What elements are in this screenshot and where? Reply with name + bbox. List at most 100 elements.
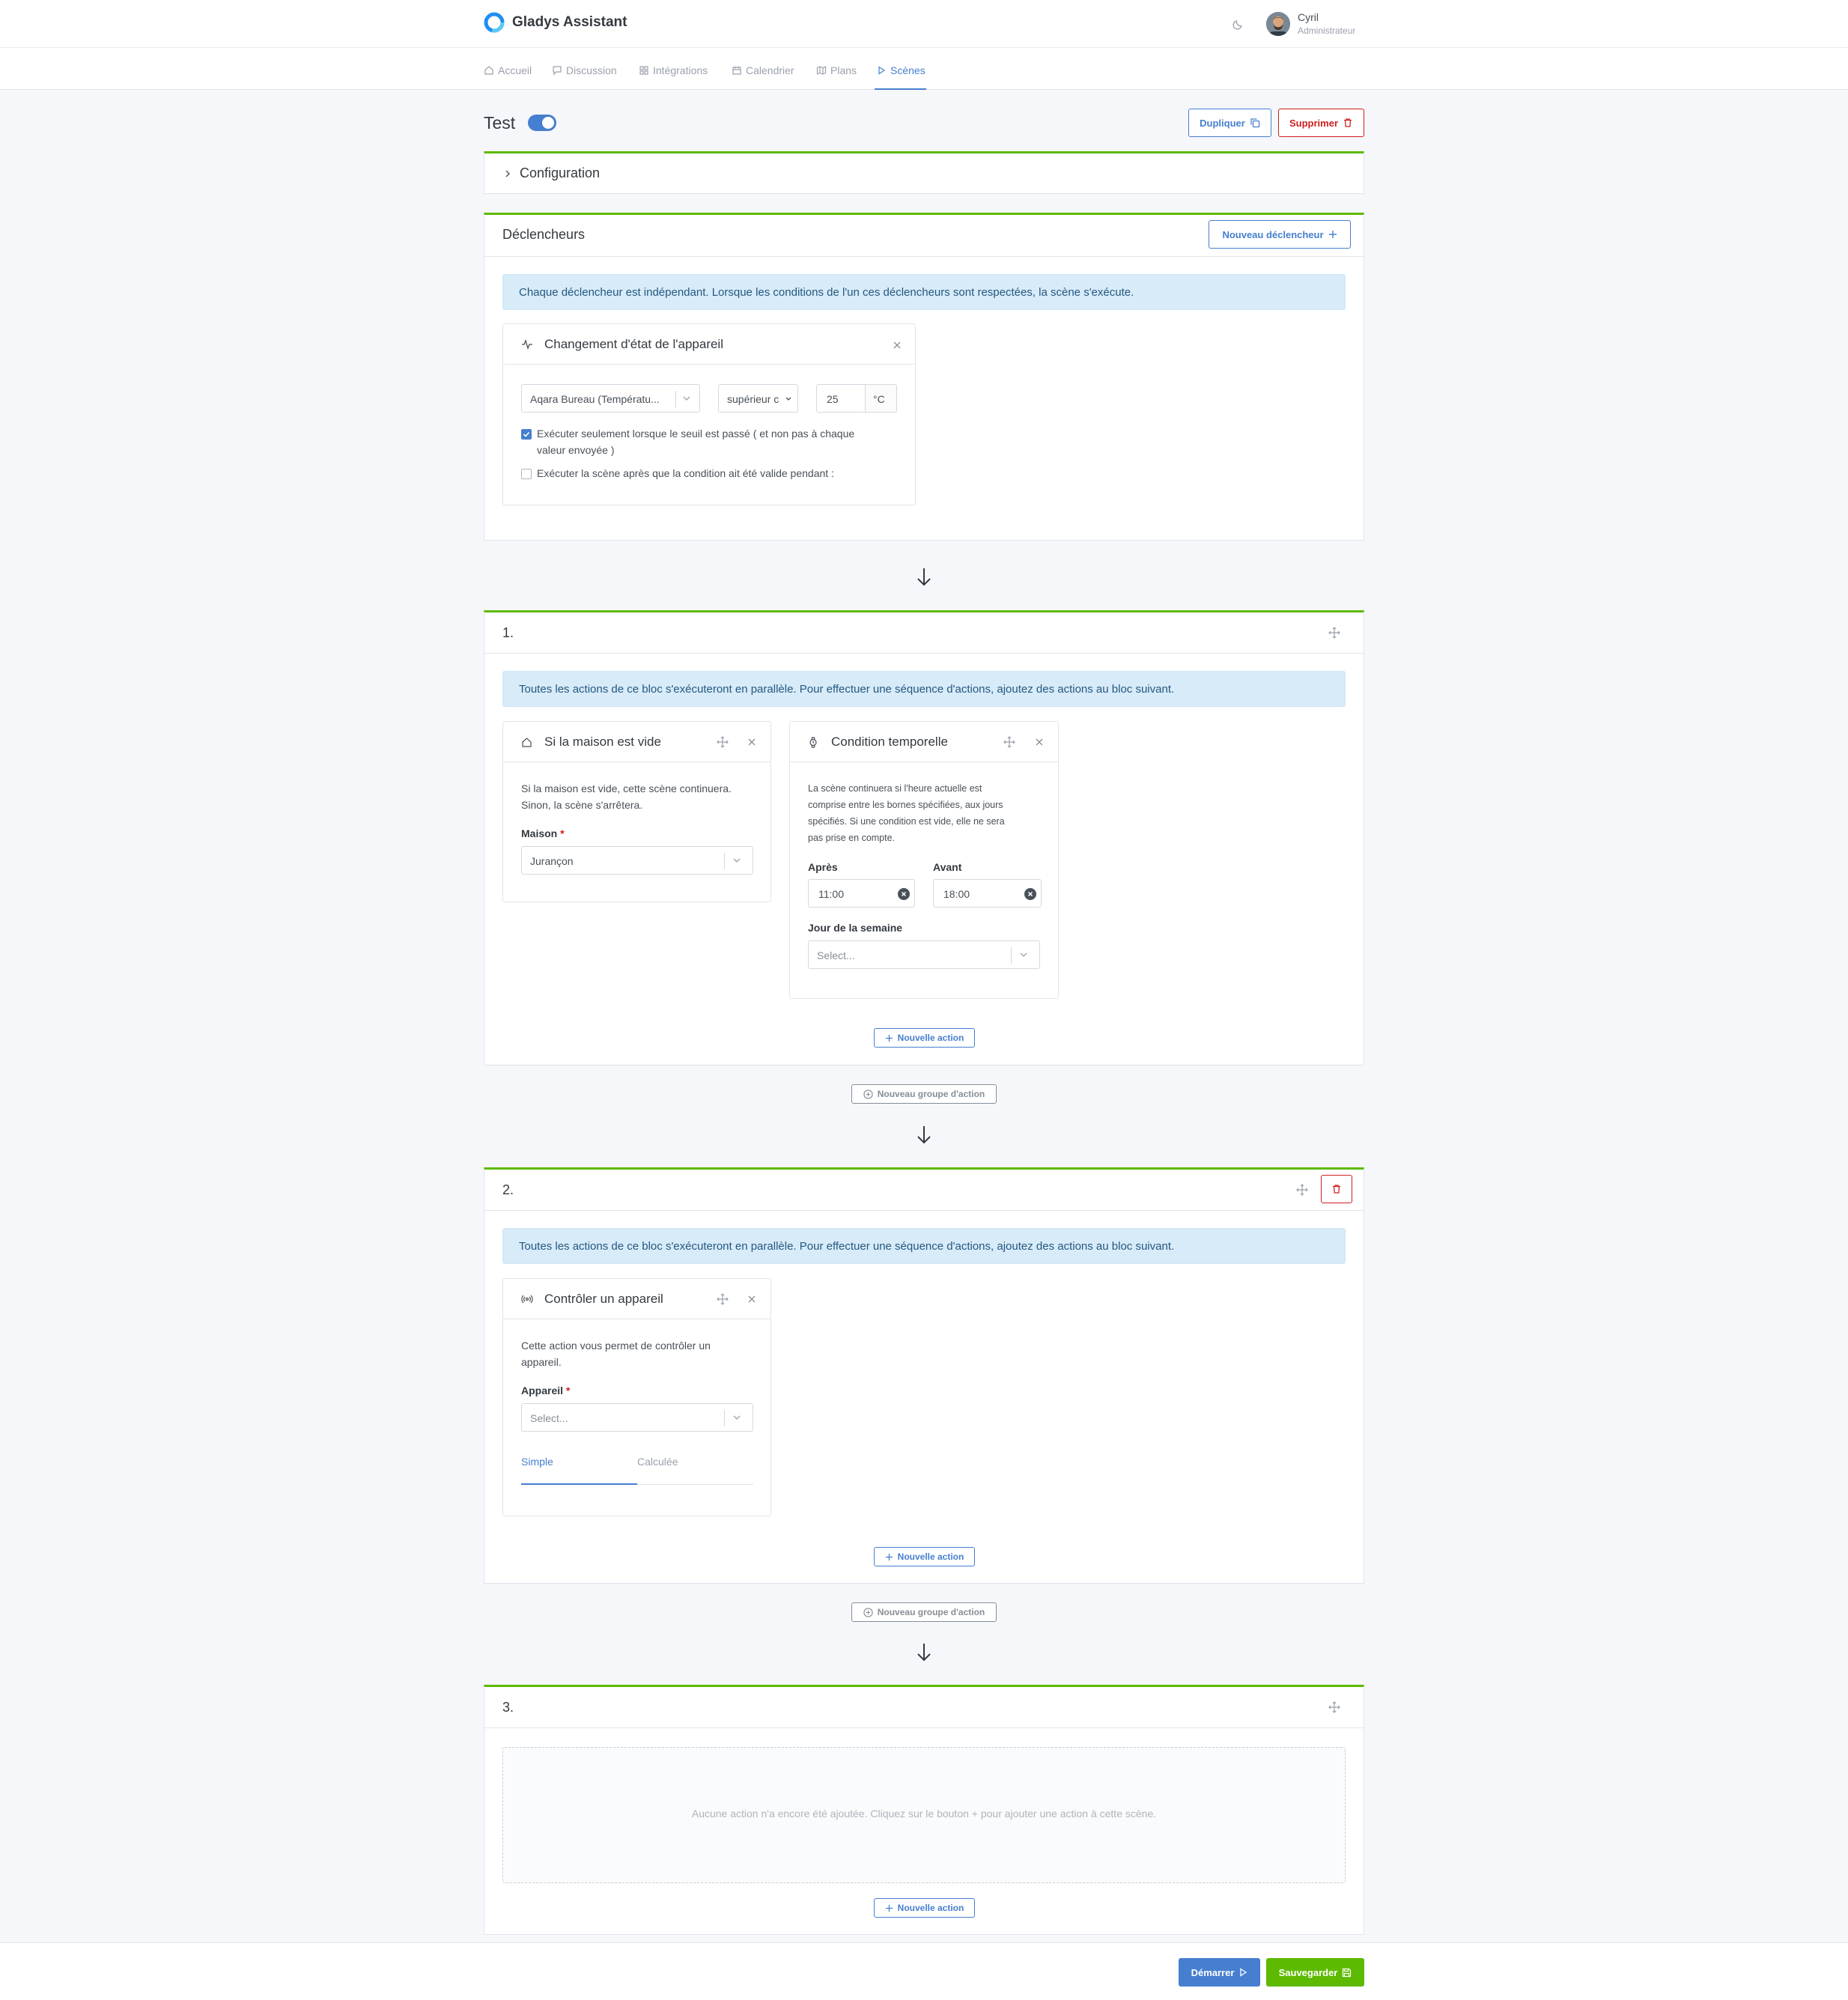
nav-calendrier[interactable]: Calendrier xyxy=(732,63,794,78)
device-label-text: Appareil xyxy=(521,1385,564,1396)
move-icon[interactable] xyxy=(1328,627,1340,639)
condition-description-line4: pas prise en compte. xyxy=(808,833,896,843)
required-asterisk: * xyxy=(565,1385,571,1396)
configuration-card[interactable]: Configuration xyxy=(484,151,1364,194)
nav-scenes[interactable]: Scènes xyxy=(876,63,925,78)
new-action-button[interactable]: Nouvelle action xyxy=(874,1898,975,1918)
close-icon[interactable] xyxy=(893,341,902,350)
nav-plans[interactable]: Plans xyxy=(816,63,857,78)
threshold-only-checkbox[interactable] xyxy=(521,429,532,440)
move-icon[interactable] xyxy=(1003,736,1015,748)
duplicate-label: Dupliquer xyxy=(1200,117,1245,129)
tab-calculated[interactable]: Calculée xyxy=(637,1456,678,1468)
action-group-2: 2. Toutes les actions de ce bloc s'exécu… xyxy=(484,1167,1364,1584)
scene-title: Test xyxy=(484,113,516,133)
nav-label: Accueil xyxy=(498,64,532,76)
triggers-card: Déclencheurs Nouveau déclencheur Chaque … xyxy=(484,213,1364,541)
new-action-group-label: Nouveau groupe d'action xyxy=(877,1607,985,1617)
save-button[interactable]: Sauvegarder xyxy=(1266,1958,1364,1987)
gladys-logo xyxy=(484,12,505,33)
nav-label: Scènes xyxy=(890,64,925,76)
condition-header: Si la maison est vide xyxy=(503,722,770,762)
nav-discussion[interactable]: Discussion xyxy=(552,63,617,78)
new-action-button[interactable]: Nouvelle action xyxy=(874,1547,975,1566)
new-trigger-button[interactable]: Nouveau déclencheur xyxy=(1209,220,1351,249)
clear-x xyxy=(901,891,907,897)
condition-description-line1: La scène continuera si l'heure actuelle … xyxy=(808,783,982,794)
close-icon[interactable] xyxy=(747,738,756,747)
move-icon[interactable] xyxy=(1328,1701,1340,1713)
clear-icon[interactable] xyxy=(1024,888,1036,900)
delete-scene-button[interactable]: Supprimer xyxy=(1278,109,1364,137)
delay-checkbox[interactable] xyxy=(521,469,532,479)
new-action-group-label: Nouveau groupe d'action xyxy=(877,1089,985,1099)
avatar[interactable] xyxy=(1266,12,1290,36)
chevron-down-icon xyxy=(733,858,741,863)
before-label: Avant xyxy=(933,861,962,873)
device-select[interactable]: Aqara Bureau (Températu... xyxy=(521,384,700,413)
operator-select[interactable]: supérieur c xyxy=(718,384,798,413)
chevron-down-icon xyxy=(683,396,690,401)
new-trigger-label: Nouveau déclencheur xyxy=(1222,228,1324,240)
plus-icon xyxy=(1328,231,1337,238)
close-icon[interactable] xyxy=(1035,738,1044,747)
weekday-select[interactable]: Select... xyxy=(808,940,1040,969)
new-action-button[interactable]: Nouvelle action xyxy=(874,1028,975,1048)
scene-enabled-toggle[interactable] xyxy=(528,115,556,131)
house-select[interactable]: Jurançon xyxy=(521,846,753,875)
delete-group-button[interactable] xyxy=(1321,1175,1352,1203)
map-icon xyxy=(816,66,827,75)
house-empty-condition: Si la maison est vide Si la maison est v… xyxy=(502,721,771,902)
move-icon[interactable] xyxy=(717,1293,729,1305)
tab-simple[interactable]: Simple xyxy=(521,1456,553,1468)
new-action-group-button[interactable]: Nouveau groupe d'action xyxy=(851,1602,997,1622)
calendar-icon xyxy=(732,66,741,75)
arrow-down-icon xyxy=(917,568,931,586)
app-name: Gladys Assistant xyxy=(512,14,627,30)
triggers-title: Déclencheurs xyxy=(502,227,586,242)
group-1-title: 1. xyxy=(502,625,514,640)
device-select[interactable]: Select... xyxy=(521,1403,753,1432)
nav-integrations[interactable]: Intégrations xyxy=(639,63,708,78)
plus-icon xyxy=(885,1904,893,1912)
footer-bar: Démarrer Sauvegarder xyxy=(0,1942,1848,2000)
select-separator xyxy=(724,1410,725,1426)
threshold-input[interactable]: 25 xyxy=(816,384,866,413)
watch-icon xyxy=(809,737,817,748)
threshold-only-label: Exécuter seulement lorsque le seuil est … xyxy=(537,425,854,458)
user-name[interactable]: Cyril xyxy=(1298,11,1319,23)
start-button[interactable]: Démarrer xyxy=(1179,1958,1260,1987)
group-1-info-alert: Toutes les actions de ce bloc s'exécuter… xyxy=(502,671,1346,707)
home-icon xyxy=(522,738,532,747)
user-role: Administrateur xyxy=(1298,25,1356,36)
nav-accueil[interactable]: Accueil xyxy=(484,63,532,78)
house-label-text: Maison xyxy=(521,827,558,839)
unit-label: °C xyxy=(873,393,885,405)
device-select-value: Aqara Bureau (Températu... xyxy=(530,393,660,405)
brand[interactable]: Gladys Assistant xyxy=(484,12,627,33)
required-asterisk: * xyxy=(560,827,565,839)
before-time-input[interactable]: 18:00 xyxy=(933,879,1042,908)
grid-icon xyxy=(639,66,648,75)
dark-mode-icon[interactable] xyxy=(1232,18,1244,30)
move-icon[interactable] xyxy=(1296,1184,1308,1196)
duplicate-button[interactable]: Dupliquer xyxy=(1188,109,1271,137)
move-icon[interactable] xyxy=(717,736,729,748)
delete-label: Supprimer xyxy=(1289,117,1338,129)
avatar-image xyxy=(1266,12,1290,36)
home-icon xyxy=(484,66,493,75)
condition-header: Condition temporelle xyxy=(790,722,1058,762)
operator-select-value: supérieur c xyxy=(727,393,779,405)
group-3-title: 3. xyxy=(502,1700,514,1715)
threshold-value: 25 xyxy=(827,393,839,405)
close-icon[interactable] xyxy=(747,1295,756,1304)
plus-icon xyxy=(885,1034,893,1042)
action-description-line2: appareil. xyxy=(521,1356,562,1368)
clear-icon[interactable] xyxy=(898,888,910,900)
after-time-input[interactable]: 11:00 xyxy=(808,879,915,908)
play-icon xyxy=(878,66,886,75)
house-label: Maison * xyxy=(521,827,565,839)
new-action-group-button[interactable]: Nouveau groupe d'action xyxy=(851,1084,997,1104)
nav-active-indicator xyxy=(875,88,926,90)
action-group-3: 3. Aucune action n'a encore été ajoutée.… xyxy=(484,1685,1364,1935)
